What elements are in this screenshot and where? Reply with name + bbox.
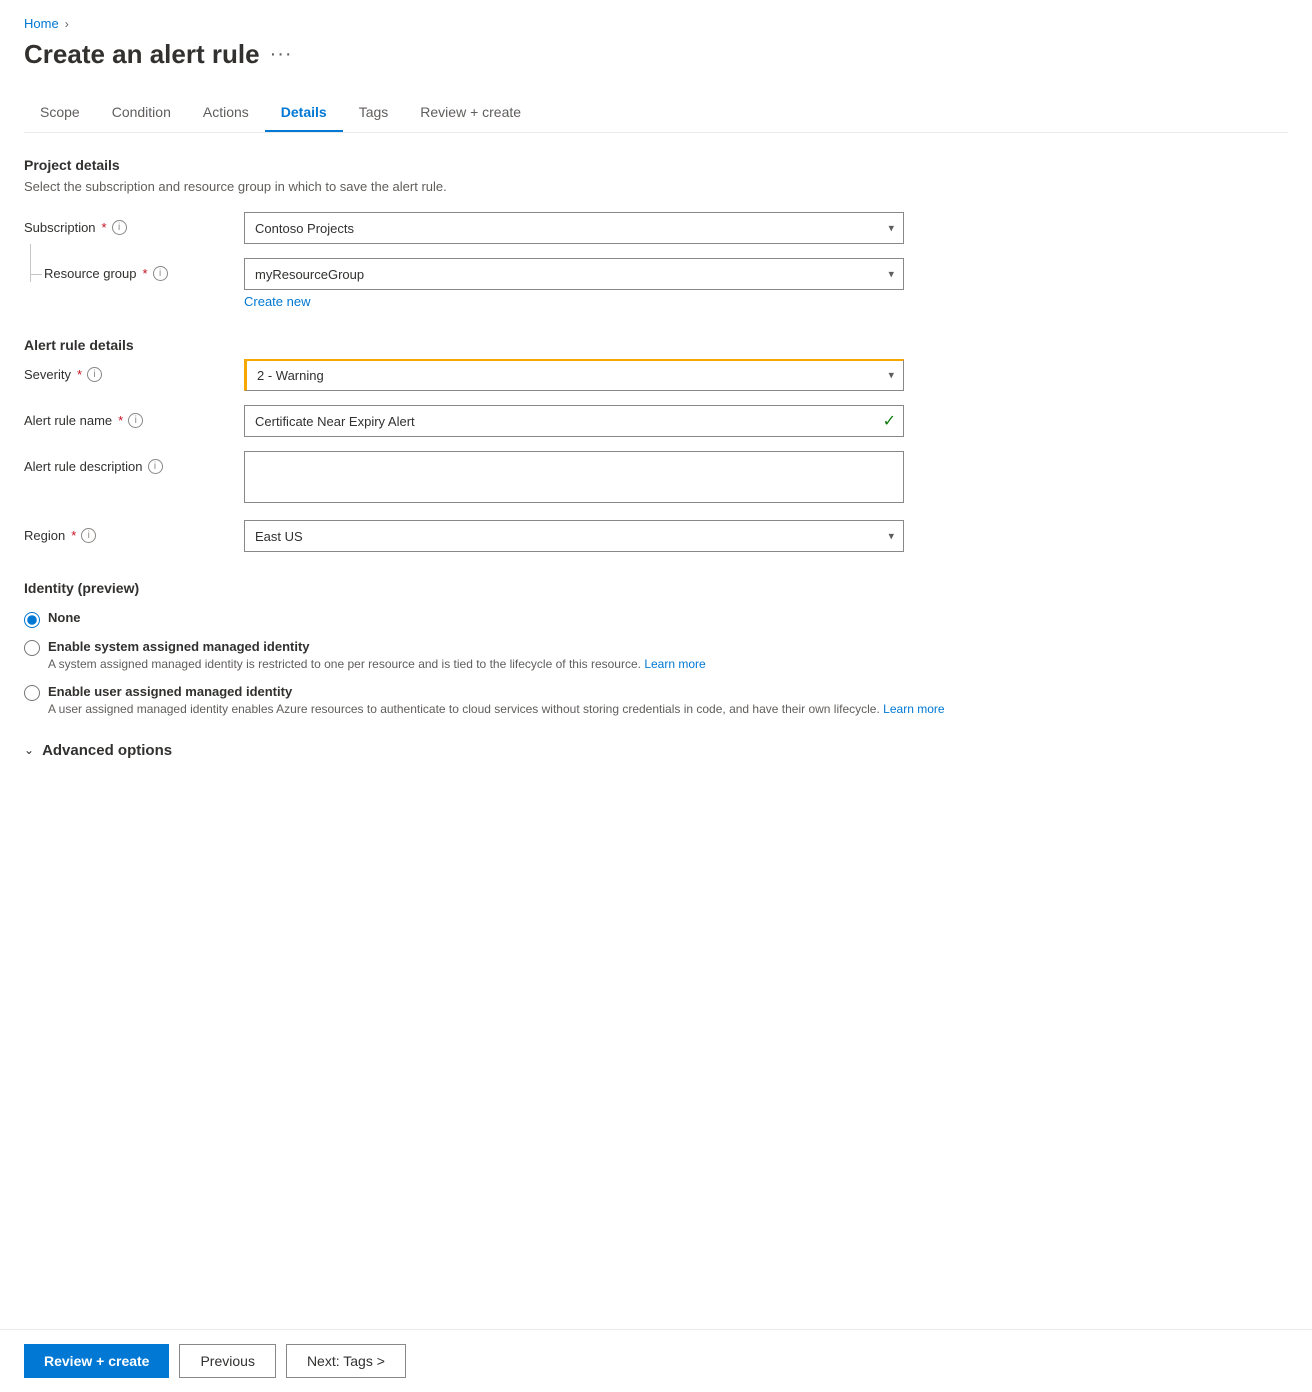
identity-user-radio[interactable] [24, 685, 40, 701]
resource-group-required: * [143, 266, 148, 281]
page-title: Create an alert rule [24, 39, 260, 70]
alert-rule-name-required: * [118, 413, 123, 428]
breadcrumb: Home › [24, 16, 1288, 31]
alert-rule-name-info-icon[interactable]: i [128, 413, 143, 428]
resource-group-row: Resource group * i myResourceGroup ▾ Cre… [24, 258, 1288, 309]
identity-user-option: Enable user assigned managed identity A … [24, 683, 1288, 718]
region-label: Region * i [24, 520, 244, 543]
advanced-options-label: Advanced options [42, 742, 172, 759]
footer: Review + create Previous Next: Tags > [0, 1329, 1312, 1392]
identity-none-radio[interactable] [24, 612, 40, 628]
subscription-row: Subscription * i Contoso Projects ▾ [24, 212, 1288, 244]
resource-group-select[interactable]: myResourceGroup [244, 258, 904, 290]
alert-rule-description-row: Alert rule description i [24, 451, 1288, 506]
alert-rule-details-section: Alert rule details Severity * i 2 - Warn… [24, 337, 1288, 552]
breadcrumb-home-link[interactable]: Home [24, 16, 59, 31]
previous-button[interactable]: Previous [179, 1344, 275, 1378]
advanced-options-toggle[interactable]: ⌄ Advanced options [24, 742, 1288, 759]
subscription-select[interactable]: Contoso Projects [244, 212, 904, 244]
review-create-button[interactable]: Review + create [24, 1344, 169, 1378]
identity-user-label[interactable]: Enable user assigned managed identity [48, 684, 292, 699]
identity-title: Identity (preview) [24, 580, 1288, 596]
identity-system-radio[interactable] [24, 640, 40, 656]
alert-rule-name-valid-icon: ✓ [883, 411, 896, 431]
region-required: * [71, 528, 76, 543]
tab-tags[interactable]: Tags [343, 94, 405, 132]
identity-user-description: A user assigned managed identity enables… [48, 701, 945, 718]
severity-control: 2 - Warning ▾ [244, 359, 904, 391]
severity-info-icon[interactable]: i [87, 367, 102, 382]
create-new-link[interactable]: Create new [244, 294, 310, 309]
identity-system-option: Enable system assigned managed identity … [24, 638, 1288, 673]
identity-none-label[interactable]: None [48, 610, 81, 625]
identity-system-label[interactable]: Enable system assigned managed identity [48, 639, 310, 654]
tabs-row: Scope Condition Actions Details Tags Rev… [24, 94, 1288, 133]
identity-section: Identity (preview) None Enable system as… [24, 580, 1288, 718]
subscription-required: * [102, 220, 107, 235]
tab-review-create[interactable]: Review + create [404, 94, 537, 132]
project-details-title: Project details [24, 157, 1288, 173]
alert-rule-description-info-icon[interactable]: i [148, 459, 163, 474]
breadcrumb-chevron: › [65, 17, 69, 31]
resource-group-label: Resource group * i [24, 258, 244, 281]
subscription-label: Subscription * i [24, 212, 244, 235]
advanced-options-chevron-icon: ⌄ [24, 743, 34, 757]
alert-rule-name-row: Alert rule name * i Certificate Near Exp… [24, 405, 1288, 437]
resource-group-info-icon[interactable]: i [153, 266, 168, 281]
alert-rule-description-label: Alert rule description i [24, 451, 244, 474]
project-details-subtitle: Select the subscription and resource gro… [24, 179, 1288, 194]
alert-rule-name-label: Alert rule name * i [24, 405, 244, 428]
tab-condition[interactable]: Condition [96, 94, 187, 132]
subscription-info-icon[interactable]: i [112, 220, 127, 235]
region-info-icon[interactable]: i [81, 528, 96, 543]
alert-rule-description-textarea[interactable] [244, 451, 904, 503]
page-title-menu-icon[interactable]: ··· [270, 43, 293, 66]
severity-select[interactable]: 2 - Warning [244, 359, 904, 391]
severity-row: Severity * i 2 - Warning ▾ [24, 359, 1288, 391]
identity-user-learn-more-link[interactable]: Learn more [883, 702, 944, 716]
region-select[interactable]: East US [244, 520, 904, 552]
severity-label: Severity * i [24, 359, 244, 382]
identity-system-learn-more-link[interactable]: Learn more [644, 657, 705, 671]
next-tags-button[interactable]: Next: Tags > [286, 1344, 406, 1378]
identity-system-description: A system assigned managed identity is re… [48, 656, 706, 673]
severity-required: * [77, 367, 82, 382]
region-row: Region * i East US ▾ [24, 520, 1288, 552]
resource-group-control: myResourceGroup ▾ Create new [244, 258, 904, 309]
region-control: East US ▾ [244, 520, 904, 552]
tab-details[interactable]: Details [265, 94, 343, 132]
alert-rule-name-control: Certificate Near Expiry Alert ✓ [244, 405, 904, 437]
tab-scope[interactable]: Scope [24, 94, 96, 132]
alert-rule-name-input[interactable]: Certificate Near Expiry Alert [244, 405, 904, 437]
subscription-control: Contoso Projects ▾ [244, 212, 904, 244]
project-details-section: Project details Select the subscription … [24, 157, 1288, 309]
tab-actions[interactable]: Actions [187, 94, 265, 132]
alert-rule-details-title: Alert rule details [24, 337, 1288, 353]
alert-rule-description-control [244, 451, 904, 506]
identity-none-option: None [24, 610, 1288, 628]
